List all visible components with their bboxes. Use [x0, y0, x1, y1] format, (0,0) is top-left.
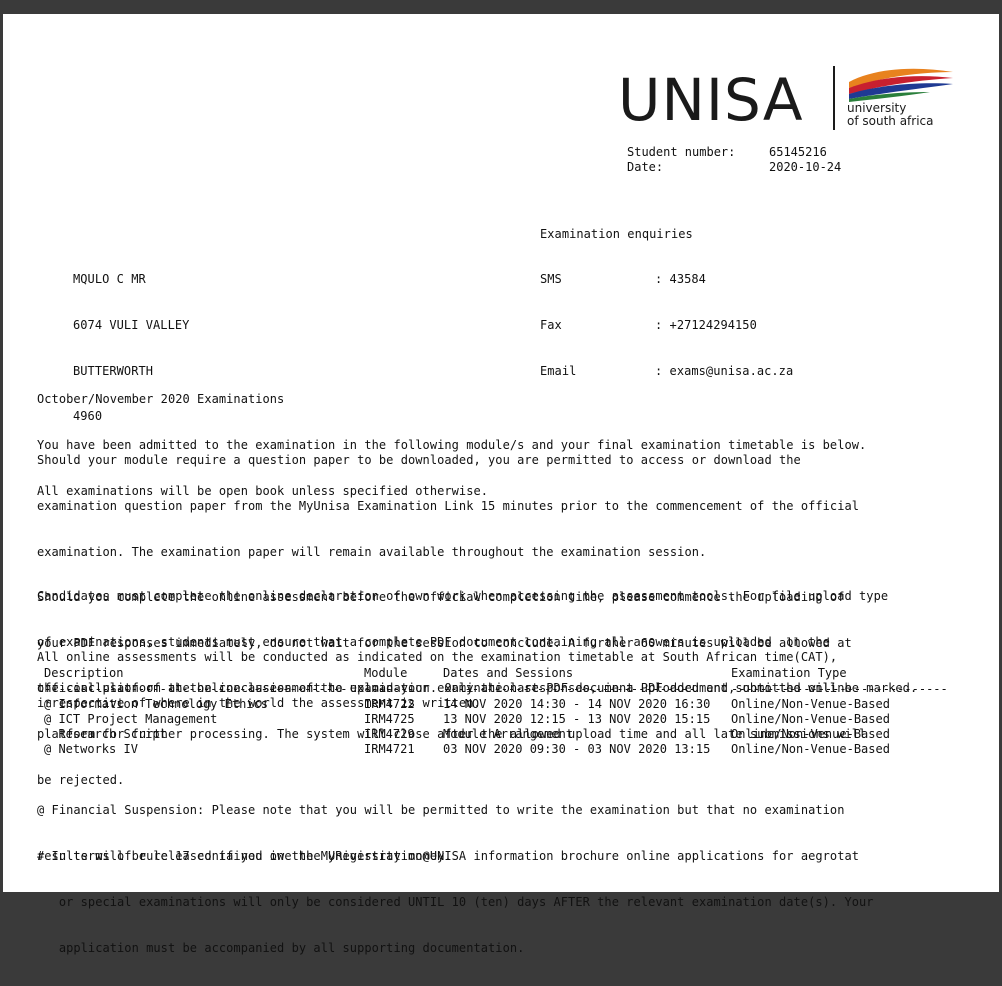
text-line: # In terms of rule 17 contained in the M…	[37, 849, 860, 864]
table-row: @ ICT Project Management IRM4725 13 NOV …	[44, 712, 890, 727]
cell-dates: 14 NOV 2020 14:30 - 14 NOV 2020 16:30	[443, 697, 711, 711]
header-dates: Dates and Sessions	[443, 666, 574, 680]
cell-description: @ Networks IV	[44, 742, 138, 756]
cell-exam-type: Online/Non-Venue-Based	[731, 742, 890, 756]
cell-dates: 03 NOV 2020 09:30 - 03 NOV 2020 13:15	[443, 742, 711, 756]
rule-dates: -----------------------------------	[443, 682, 696, 696]
timetable-header-row: Description Module Dates and Sessions Ex…	[44, 666, 847, 681]
cell-description: @ ICT Project Management	[44, 712, 218, 726]
rule-module: -------	[364, 682, 415, 696]
date-label: Date:	[627, 160, 664, 174]
student-number-label: Student number:	[627, 145, 736, 159]
text-line: Candidates must complete the online decl…	[37, 589, 889, 604]
cell-description: Research Script	[44, 727, 167, 741]
header-module: Module	[364, 666, 408, 680]
cell-exam-type: Online/Non-Venue-Based	[731, 727, 890, 741]
text-line: Should your module require a question pa…	[37, 453, 801, 468]
text-line: examination question paper from the MyUn…	[37, 499, 860, 514]
rule-description: ----------------------------------------…	[44, 682, 348, 696]
enquiry-value-fax: : +27124294150	[655, 318, 757, 333]
logo-wordmark: UNISA	[618, 66, 804, 134]
header-description: Description	[44, 666, 124, 680]
cell-module: IRM4721	[364, 742, 415, 756]
cell-dates: Module Arrangement	[443, 727, 574, 741]
table-row: @ Information Technology Ethics IRM4722 …	[44, 697, 890, 712]
text-line: @ Financial Suspension: Please note that…	[37, 803, 845, 818]
text-line: application must be accompanied by all s…	[37, 940, 525, 955]
cell-description: @ Information Technology Ethics	[44, 697, 268, 711]
cell-exam-type: Online/Non-Venue-Based	[731, 697, 890, 711]
cell-module: IRM4729	[364, 727, 415, 741]
logo-subtitle: university of south africa	[847, 102, 934, 128]
enquiry-label-fax: Fax	[540, 318, 562, 333]
student-number-value: 65145216	[769, 145, 827, 159]
unisa-logo: UNISA university of south africa	[618, 58, 963, 148]
text-line: October/November 2020 Examinations	[37, 392, 285, 407]
enquiries-title: Examination enquiries	[540, 227, 693, 241]
address-line: MQULO C MR	[73, 272, 146, 287]
text-line: examination. The examination paper will …	[37, 544, 707, 559]
cell-module: IRM4725	[364, 712, 415, 726]
text-line: All online assessments will be conducted…	[37, 650, 838, 665]
table-row: @ Networks IV IRM4721 03 NOV 2020 09:30 …	[44, 742, 890, 757]
document-page: UNISA university of south africa Student…	[3, 14, 999, 955]
flag-swoosh-icon	[849, 68, 953, 102]
enquiry-label-sms: SMS	[540, 272, 562, 287]
address-line: 6074 VULI VALLEY	[73, 318, 190, 333]
cell-module: IRM4722	[364, 697, 415, 711]
timetable-rule-row: ----------------------------------------…	[44, 682, 948, 697]
date-value: 2020-10-24	[769, 160, 842, 174]
cell-dates: 13 NOV 2020 12:15 - 13 NOV 2020 15:15	[443, 712, 711, 726]
text-line: or special examinations will only be con…	[37, 895, 874, 910]
logo-divider	[833, 66, 835, 130]
enquiry-value-sms: : 43584	[655, 272, 706, 287]
header-exam-type: Examination Type	[731, 666, 847, 680]
rule-17-note: # In terms of rule 17 contained in the M…	[37, 819, 874, 986]
logo-subtitle-line2: of south africa	[847, 114, 934, 128]
rule-exam-type: ------------------------------	[731, 682, 948, 696]
table-row: Research Script IRM4729 Module Arrangeme…	[44, 727, 890, 742]
cell-exam-type: Online/Non-Venue-Based	[731, 712, 890, 726]
